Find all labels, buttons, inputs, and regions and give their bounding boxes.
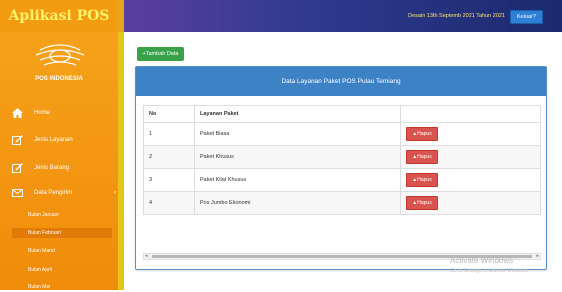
sidebar-subitem-maret[interactable]: Bulan Maret xyxy=(12,246,112,256)
delete-button[interactable]: ▲Hapus xyxy=(406,127,438,141)
delete-label: Hapus xyxy=(417,200,432,206)
sidebar-item-label: Jenis Layanan xyxy=(34,137,73,143)
table-row: 3 Paket Kilat Khusus ▲Hapus xyxy=(143,168,541,192)
pos-logo-icon xyxy=(30,40,90,72)
sidebar-item-label: Jenis Barang xyxy=(34,165,70,171)
sidebar-item-label: Home xyxy=(34,110,51,116)
row-action-cell: ▲Hapus xyxy=(400,191,541,215)
row-number: 1 xyxy=(143,122,195,146)
add-data-button[interactable]: +Tambah Data xyxy=(137,47,184,61)
activate-windows-subtitle: Go to Settings to activate Windows. xyxy=(450,268,529,274)
activate-windows-title: Activate Windows xyxy=(450,256,514,265)
layanan-table: No Layanan Paket 1 Paket Biasa ▲Hapus 2 … xyxy=(143,105,541,215)
row-layanan: Paket Biasa xyxy=(194,122,401,146)
delete-button[interactable]: ▲Hapus xyxy=(406,196,438,210)
table-row: 2 Paket Khusus ▲Hapus xyxy=(143,145,541,169)
sidebar-subitem-mei[interactable]: Bulan Mei xyxy=(12,282,112,292)
edit-icon xyxy=(12,135,23,145)
sidebar: POS INDONESIA Home Jenis Layanan Jenis B… xyxy=(0,32,124,290)
sidebar-subitem-januari[interactable]: Bulan Januari xyxy=(12,210,112,220)
delete-button[interactable]: ▲Hapus xyxy=(406,173,438,187)
sidebar-item-label: Data Pengirim xyxy=(34,190,73,196)
table-row: 1 Paket Biasa ▲Hapus xyxy=(143,122,541,146)
row-action-cell: ▲Hapus xyxy=(400,168,541,192)
app-title: Aplikasi POS xyxy=(0,0,118,32)
table-row: 4 Pos Jumbo Ekonomi ▲Hapus xyxy=(143,191,541,215)
sidebar-item-home[interactable]: Home xyxy=(0,106,118,120)
row-layanan: Pos Jumbo Ekonomi xyxy=(194,191,401,215)
edit-icon xyxy=(12,163,23,173)
sidebar-item-jenis-layanan[interactable]: Jenis Layanan xyxy=(0,133,118,147)
logout-button[interactable]: Keluar? xyxy=(510,10,543,24)
row-action-cell: ▲Hapus xyxy=(400,145,541,169)
home-icon xyxy=(12,108,23,118)
table-header-row: No Layanan Paket xyxy=(143,105,541,123)
row-layanan: Paket Kilat Khusus xyxy=(194,168,401,192)
logo-text: POS INDONESIA xyxy=(35,76,83,82)
sidebar-subitem-april[interactable]: Bulan April xyxy=(12,265,112,275)
delete-label: Hapus xyxy=(417,154,432,160)
column-header-action xyxy=(400,105,541,123)
row-number: 2 xyxy=(143,145,195,169)
chevron-left-icon: ‹ xyxy=(114,190,116,196)
sidebar-item-data-pengirim[interactable]: Data Pengirim ‹ xyxy=(0,186,118,200)
scroll-right-icon[interactable]: ▸ xyxy=(536,253,539,259)
sidebar-item-jenis-barang[interactable]: Jenis Barang xyxy=(0,161,118,175)
envelope-icon xyxy=(12,188,23,198)
row-number: 3 xyxy=(143,168,195,192)
panel-title: Data Layanan Paket POS Pulau Temiang xyxy=(136,67,546,96)
row-action-cell: ▲Hapus xyxy=(400,122,541,146)
column-header-layanan: Layanan Paket xyxy=(194,105,401,123)
delete-label: Hapus xyxy=(417,177,432,183)
data-panel: Data Layanan Paket POS Pulau Temiang No … xyxy=(135,66,547,270)
scroll-left-icon[interactable]: ◂ xyxy=(145,253,148,259)
date-text: Desain 13th Septemb 2021 Tahun 2021 xyxy=(408,13,505,19)
row-layanan: Paket Khusus xyxy=(194,145,401,169)
sidebar-subitem-februari[interactable]: Bulan Februari xyxy=(12,228,112,238)
row-number: 4 xyxy=(143,191,195,215)
delete-label: Hapus xyxy=(417,131,432,137)
top-bar-divider xyxy=(118,0,124,32)
column-header-no: No xyxy=(143,105,195,123)
delete-button[interactable]: ▲Hapus xyxy=(406,150,438,164)
main-content: +Tambah Data Data Layanan Paket POS Pula… xyxy=(124,32,562,290)
